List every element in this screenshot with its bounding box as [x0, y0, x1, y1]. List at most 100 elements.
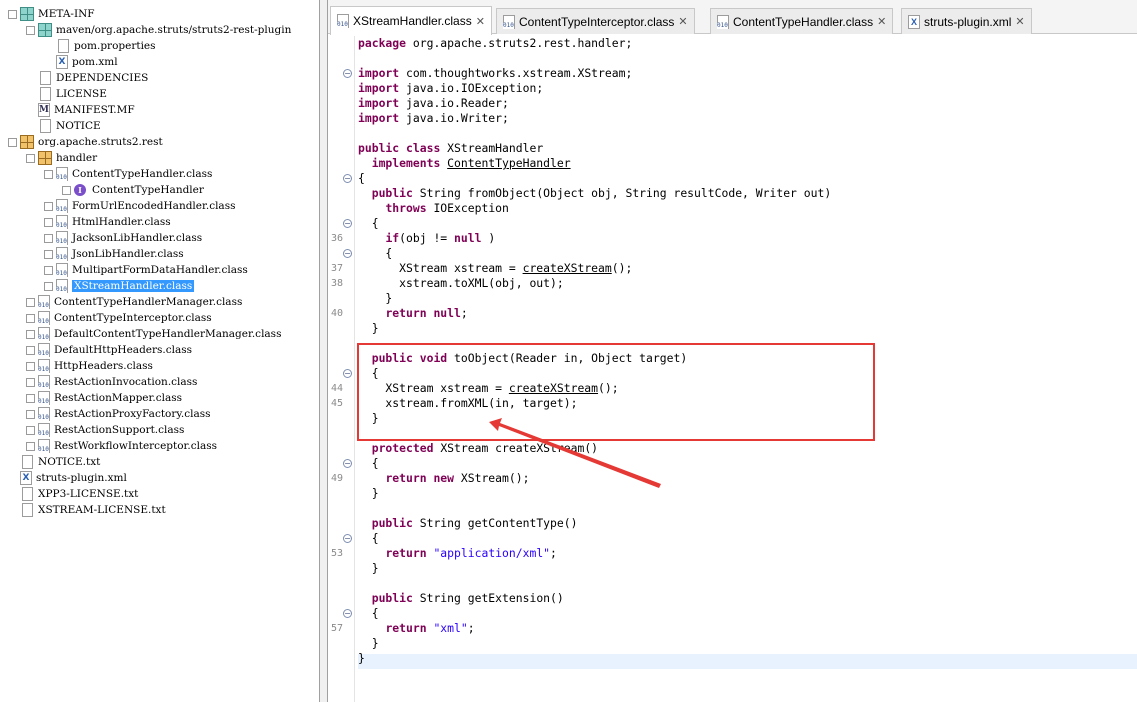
tree-item[interactable]: META-INF — [8, 6, 95, 22]
tree-item[interactable]: JacksonLibHandler.class — [44, 230, 202, 246]
collapse-toggle-icon[interactable] — [26, 25, 35, 35]
tree-item[interactable]: NOTICE — [26, 118, 101, 134]
editor-tab[interactable]: Xstruts-plugin.xml ✕ — [901, 8, 1032, 34]
fold-toggle-icon[interactable]: − — [343, 249, 352, 258]
tree-item[interactable]: XStreamHandler.class — [44, 278, 195, 294]
tree-item[interactable]: ContentTypeHandlerManager.class — [26, 294, 242, 310]
tree-item-label: XSTREAM-LICENSE.txt — [38, 504, 166, 516]
expand-toggle-icon[interactable] — [26, 409, 35, 419]
expand-toggle-icon[interactable] — [26, 345, 35, 355]
code-link[interactable]: createXStream — [523, 261, 612, 275]
line-number: 40 — [330, 308, 343, 319]
editor-tab[interactable]: ContentTypeInterceptor.class✕ — [496, 8, 695, 34]
code-text: ; — [460, 306, 468, 320]
tree-item-label: pom.xml — [72, 56, 118, 68]
expand-toggle-icon[interactable] — [26, 393, 35, 403]
expand-toggle-icon[interactable] — [44, 233, 53, 243]
tree-item[interactable]: RestActionMapper.class — [26, 390, 182, 406]
expand-toggle-icon[interactable] — [26, 441, 35, 451]
tree-item[interactable]: HttpHeaders.class — [26, 358, 153, 374]
tree-item-label: JacksonLibHandler.class — [72, 232, 203, 244]
tree-item[interactable]: maven/org.apache.struts/struts2-rest-plu… — [26, 22, 291, 38]
tree-item[interactable]: ContentTypeInterceptor.class — [26, 310, 212, 326]
tree-item[interactable]: I ContentTypeHandler — [62, 182, 204, 198]
collapse-toggle-icon[interactable] — [8, 137, 17, 147]
fold-toggle-icon[interactable]: − — [343, 219, 352, 228]
tree-item[interactable]: DEPENDENCIES — [26, 70, 148, 86]
tree-item[interactable]: ContentTypeHandler.class — [44, 166, 212, 182]
expand-toggle-icon[interactable] — [26, 377, 35, 387]
expand-toggle-icon[interactable] — [26, 313, 35, 323]
fold-toggle-icon[interactable]: − — [343, 369, 352, 378]
tree-item[interactable]: RestWorkflowInterceptor.class — [26, 438, 217, 454]
tree-item[interactable]: Xstruts-plugin.xml — [8, 470, 127, 486]
tree-item[interactable]: HtmlHandler.class — [44, 214, 171, 230]
code-text: (obj != — [399, 231, 455, 245]
tree-item-label: pom.properties — [74, 40, 156, 52]
tree-item[interactable]: org.apache.struts2.rest — [8, 134, 163, 150]
tree-item[interactable]: DefaultHttpHeaders.class — [26, 342, 192, 358]
tree-item[interactable]: RestActionSupport.class — [26, 422, 184, 438]
code-keyword: if — [385, 231, 400, 245]
expand-toggle-icon[interactable] — [44, 281, 53, 291]
collapse-toggle-icon[interactable] — [26, 153, 35, 163]
tree-item[interactable]: Xpom.xml — [44, 54, 118, 70]
editor-tab-label: ContentTypeHandler.class — [733, 14, 874, 29]
fold-toggle-icon[interactable]: − — [343, 69, 352, 78]
tree-item[interactable]: RestActionProxyFactory.class — [26, 406, 211, 422]
fold-toggle-icon[interactable]: − — [343, 459, 352, 468]
tree-item[interactable]: RestActionInvocation.class — [26, 374, 197, 390]
fold-toggle-icon[interactable]: − — [343, 174, 352, 183]
class-file-icon — [38, 407, 50, 421]
tab-close-icon[interactable]: ✕ — [1015, 15, 1024, 28]
collapse-toggle-icon[interactable] — [44, 169, 53, 179]
expand-toggle-icon[interactable] — [44, 265, 53, 275]
code-keyword: import — [358, 96, 400, 110]
tree-item-label: XStreamHandler.class — [72, 280, 195, 292]
fold-toggle-icon[interactable]: − — [343, 534, 352, 543]
code-keyword: public — [358, 141, 400, 155]
tree-item[interactable]: DefaultContentTypeHandlerManager.class — [26, 326, 281, 342]
tree-item[interactable]: JsonLibHandler.class — [44, 246, 184, 262]
class-file-icon — [56, 231, 68, 245]
expand-toggle-icon[interactable] — [26, 297, 35, 307]
code-text: XStream xstream = — [358, 261, 523, 275]
expand-toggle-icon[interactable] — [44, 249, 53, 259]
tree-item[interactable]: NOTICE.txt — [8, 454, 100, 470]
tree-item[interactable]: FormUrlEncodedHandler.class — [44, 198, 235, 214]
tree-item[interactable]: handler — [26, 150, 97, 166]
code-text: ) — [488, 231, 496, 245]
code-text: XStream createXStream() — [440, 441, 599, 455]
tab-close-icon[interactable]: ✕ — [877, 15, 886, 28]
editor-tab[interactable]: XStreamHandler.class ✕ — [330, 6, 492, 35]
fold-toggle-icon[interactable]: − — [343, 609, 352, 618]
interface-icon: I — [74, 184, 86, 196]
tree-item[interactable]: XSTREAM-LICENSE.txt — [8, 502, 166, 518]
xml-file-icon: X — [20, 471, 32, 485]
code-line: public String getExtension() — [358, 591, 564, 606]
collapse-toggle-icon[interactable] — [8, 9, 17, 19]
pane-divider[interactable] — [320, 0, 328, 702]
code-link[interactable]: ContentTypeHandler — [447, 156, 570, 170]
expand-toggle-icon[interactable] — [44, 217, 53, 227]
tab-close-icon[interactable]: ✕ — [476, 15, 485, 28]
expand-toggle-icon[interactable] — [26, 329, 35, 339]
tree-item[interactable]: LICENSE — [26, 86, 107, 102]
expand-toggle-icon[interactable] — [62, 185, 71, 195]
tree-item[interactable]: MultipartFormDataHandler.class — [44, 262, 248, 278]
tree-item[interactable]: pom.properties — [44, 38, 156, 54]
editor-tab[interactable]: ContentTypeHandler.class✕ — [710, 8, 894, 34]
tree-item-label: ContentTypeHandler.class — [72, 168, 213, 180]
tab-close-icon[interactable]: ✕ — [678, 15, 687, 28]
expand-toggle-icon[interactable] — [26, 425, 35, 435]
expand-toggle-icon[interactable] — [26, 361, 35, 371]
tree-item[interactable]: XPP3-LICENSE.txt — [8, 486, 138, 502]
expand-toggle-icon[interactable] — [44, 201, 53, 211]
class-file-icon — [717, 14, 729, 29]
tree-item[interactable]: M MANIFEST.MF — [26, 102, 135, 118]
code-text: ; — [550, 546, 557, 560]
